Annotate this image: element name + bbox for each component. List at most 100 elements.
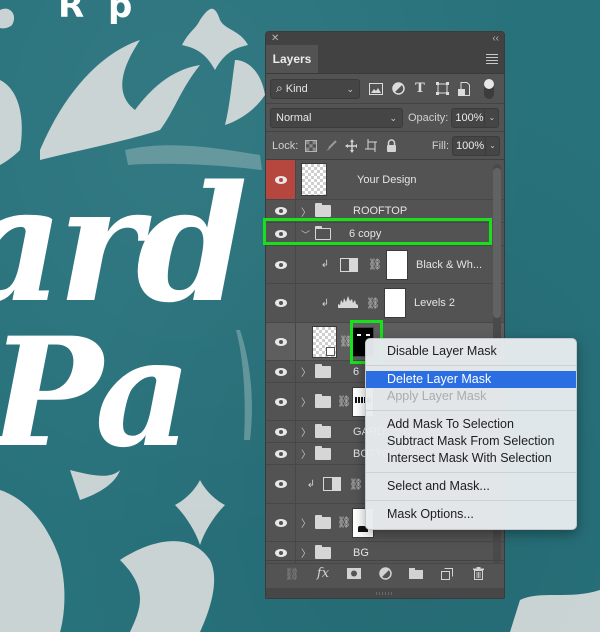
layer-row-black-white[interactable]: ↲ ⛓ Black & Wh...: [266, 246, 504, 284]
visibility-toggle[interactable]: [266, 223, 296, 245]
link-icon[interactable]: ⛓: [366, 297, 380, 310]
mask-thumbnail[interactable]: [384, 288, 406, 318]
menu-item-apply-layer-mask: Apply Layer Mask: [387, 389, 487, 403]
chevron-right-icon[interactable]: 〉: [301, 515, 311, 530]
chevron-right-icon[interactable]: 〉: [301, 446, 311, 461]
filter-toggle-switch[interactable]: [484, 78, 494, 99]
add-mask-icon[interactable]: [347, 567, 361, 581]
visibility-toggle[interactable]: [266, 284, 296, 322]
layer-row-rooftop[interactable]: 〉 ROOFTOP: [266, 200, 504, 223]
menu-item-mask-options[interactable]: Mask Options...: [366, 506, 576, 523]
clipping-arrow-icon: ↲: [320, 259, 330, 270]
eye-icon: [274, 397, 287, 406]
filter-kind-select[interactable]: ⌕ Kind ⌄: [270, 78, 360, 99]
lock-transparent-pixels-icon[interactable]: [305, 139, 318, 152]
chevron-down-icon[interactable]: ﹀: [301, 228, 311, 241]
visibility-toggle[interactable]: [266, 160, 296, 199]
shape-filter-icon[interactable]: [434, 81, 450, 97]
layer-row-your-design[interactable]: Your Design: [266, 160, 504, 200]
link-icon[interactable]: ⛓: [368, 258, 382, 271]
folder-open-icon: [314, 226, 331, 240]
search-icon: ⌕: [276, 81, 283, 95]
layer-name: ROOFTOP: [353, 205, 408, 217]
link-icon[interactable]: ⛓: [337, 395, 351, 408]
close-panel-icon[interactable]: ✕: [271, 33, 279, 44]
clipping-arrow-icon: ↲: [320, 297, 330, 309]
blend-mode-select[interactable]: Normal ⌄: [270, 107, 403, 128]
eye-icon: [274, 230, 287, 238]
type-filter-icon[interactable]: T: [412, 81, 428, 97]
menu-item-delete-layer-mask[interactable]: Delete Layer Mask: [366, 371, 576, 388]
lock-all-icon[interactable]: [385, 139, 397, 152]
tab-layers[interactable]: Layers: [266, 45, 318, 73]
chevron-right-icon[interactable]: 〉: [301, 204, 311, 219]
panel-menu-icon[interactable]: [486, 54, 498, 64]
menu-separator: [366, 365, 576, 366]
lock-position-icon[interactable]: [345, 138, 358, 153]
eye-icon: [274, 337, 287, 346]
chevron-right-icon[interactable]: 〉: [301, 364, 311, 379]
opacity-dropdown-button[interactable]: ⌄: [485, 107, 500, 128]
menu-item-intersect-mask-with-selection[interactable]: Intersect Mask With Selection: [366, 450, 576, 467]
chevron-right-icon[interactable]: 〉: [301, 424, 311, 439]
folder-icon: [315, 514, 331, 529]
eye-icon: [274, 449, 287, 458]
panel-resize-grip[interactable]: [266, 588, 504, 598]
visibility-toggle[interactable]: [266, 443, 296, 464]
new-layer-icon[interactable]: [440, 567, 454, 581]
visibility-toggle[interactable]: [266, 383, 296, 420]
layer-row-6-copy[interactable]: ﹀ 6 copy: [266, 223, 504, 246]
layer-row-levels-2[interactable]: ↲ ⛓ Levels 2: [266, 284, 504, 323]
chevron-right-icon[interactable]: 〉: [301, 394, 311, 409]
visibility-toggle[interactable]: [266, 323, 296, 360]
eye-icon: [274, 299, 287, 307]
fill-label: Fill:: [431, 139, 449, 152]
visibility-toggle[interactable]: [266, 246, 296, 283]
new-group-icon[interactable]: [409, 567, 423, 581]
fill-dropdown-button[interactable]: ⌄: [486, 135, 500, 156]
clipping-arrow-icon: ↲: [306, 478, 316, 490]
scrollbar-thumb[interactable]: [493, 168, 501, 318]
layer-filter-row: ⌕ Kind ⌄ T: [266, 74, 504, 104]
menu-item-subtract-mask-from-selection[interactable]: Subtract Mask From Selection: [366, 433, 576, 450]
visibility-toggle[interactable]: [266, 465, 296, 503]
eye-icon: [274, 548, 287, 557]
image-filter-icon[interactable]: [368, 81, 384, 97]
collapse-panel-icon[interactable]: ‹‹: [492, 33, 499, 44]
delete-icon[interactable]: [471, 567, 485, 581]
mask-detail: [366, 333, 370, 336]
link-layers-icon[interactable]: ⛓: [284, 567, 299, 581]
lock-image-pixels-icon[interactable]: [325, 139, 338, 152]
menu-item-add-mask-to-selection[interactable]: Add Mask To Selection: [366, 416, 576, 433]
lock-artboard-icon[interactable]: [365, 139, 378, 152]
folder-icon: [315, 445, 331, 460]
eye-icon: [274, 427, 287, 436]
blend-mode-value: Normal: [276, 111, 312, 124]
opacity-input[interactable]: 100%: [451, 107, 486, 128]
visibility-toggle[interactable]: [266, 504, 296, 541]
smart-object-filter-icon[interactable]: [456, 81, 472, 97]
menu-item-select-and-mask[interactable]: Select and Mask...: [366, 478, 576, 495]
new-adjustment-icon[interactable]: [378, 567, 392, 581]
folder-icon: [315, 423, 331, 438]
link-icon[interactable]: ⛓: [339, 335, 353, 348]
fx-icon[interactable]: fx: [316, 566, 330, 581]
link-icon[interactable]: ⛓: [337, 516, 351, 529]
visibility-toggle[interactable]: [266, 200, 296, 222]
panel-tab-bar: Layers: [266, 45, 504, 74]
visibility-toggle[interactable]: [266, 361, 296, 382]
mask-thumbnail[interactable]: [386, 249, 408, 280]
visibility-toggle[interactable]: [266, 421, 296, 442]
smart-object-thumbnail[interactable]: [312, 325, 337, 358]
mask-detail: [357, 333, 361, 336]
eye-icon: [274, 260, 287, 269]
layer-thumbnail: [301, 163, 327, 196]
chevron-right-icon[interactable]: 〉: [301, 545, 311, 560]
eye-icon: [274, 367, 287, 376]
adjustment-filter-icon[interactable]: [390, 81, 406, 97]
eye-icon: [274, 207, 287, 215]
layer-name: 6 copy: [349, 228, 382, 240]
fill-input[interactable]: 100%: [452, 135, 486, 156]
link-icon[interactable]: ⛓: [349, 478, 363, 491]
menu-item-disable-layer-mask[interactable]: Disable Layer Mask: [366, 343, 576, 360]
